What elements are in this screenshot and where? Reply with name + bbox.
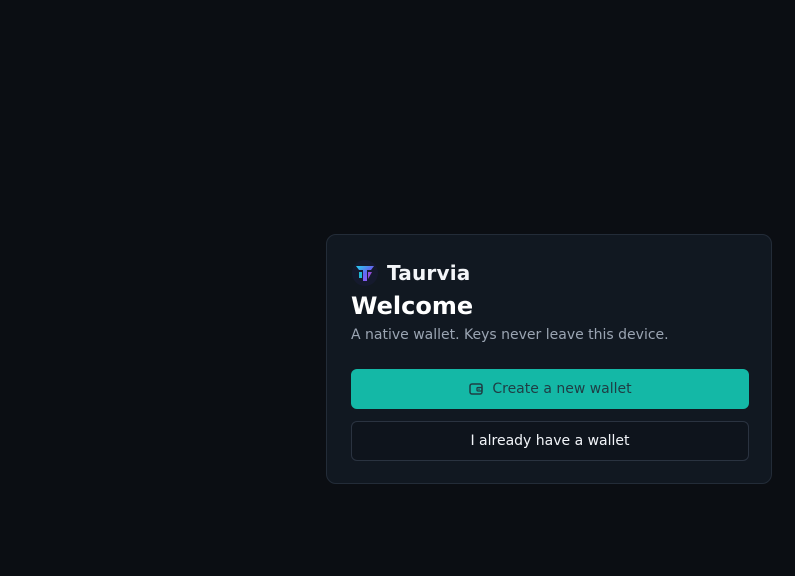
page-subtitle: A native wallet. Keys never leave this d… xyxy=(351,327,669,343)
taurvia-logo-icon xyxy=(352,260,378,286)
page-title: Welcome xyxy=(351,292,474,320)
wallet-icon xyxy=(469,383,484,395)
brand-header: Taurvia xyxy=(351,259,747,287)
create-wallet-label: Create a new wallet xyxy=(492,381,632,397)
brand-name: Taurvia xyxy=(387,261,471,285)
import-wallet-label: I already have a wallet xyxy=(470,433,630,449)
import-wallet-button[interactable]: I already have a wallet xyxy=(351,421,749,461)
create-wallet-button[interactable]: Create a new wallet xyxy=(351,369,749,409)
onboarding-card: Taurvia Welcome A native wallet. Keys ne… xyxy=(326,234,772,484)
